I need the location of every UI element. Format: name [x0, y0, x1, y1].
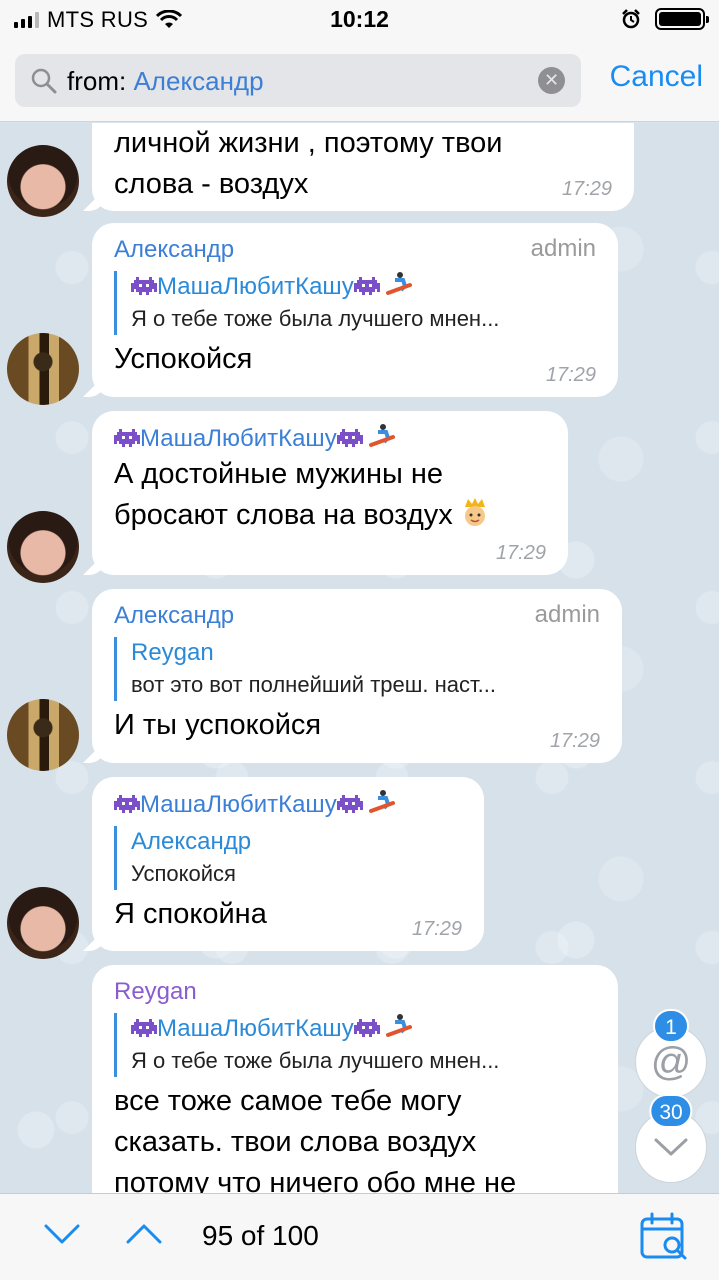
message-text-line: личной жизни , поэтому твои — [114, 127, 503, 159]
message-time: 17:29 — [545, 364, 596, 386]
reply-text: вот это вот полнейший треш. наст... — [131, 672, 496, 697]
calendar-search-icon[interactable] — [639, 1212, 689, 1262]
message-text-line: все тоже самое тебе могу — [114, 1085, 462, 1117]
avatar[interactable] — [7, 511, 79, 583]
reply-preview[interactable]: МашаЛюбитКашу Я о тебе тоже была лучшего… — [114, 1013, 596, 1077]
reply-text: Я о тебе тоже была лучшего мнен... — [131, 1048, 500, 1073]
reply-sender: МашаЛюбитКашу — [131, 1013, 596, 1045]
status-bar: MTS RUS 10:12 — [0, 0, 719, 40]
message-sender[interactable]: Reygan — [114, 977, 596, 1007]
message-bubble[interactable]: МашаЛюбитКашу А достойные мужины не брос… — [92, 411, 568, 575]
avatar[interactable] — [7, 145, 79, 217]
scroll-down-button[interactable]: 30 — [635, 1094, 707, 1183]
space-invader-icon — [131, 277, 157, 295]
space-invader-icon — [336, 795, 363, 813]
search-navigation-bar: 95 of 100 — [0, 1193, 719, 1280]
message-text-line: сказать. твои слова воздух — [114, 1126, 477, 1158]
message-sender[interactable]: МашаЛюбитКашу — [114, 789, 462, 820]
result-counter: 95 of 100 — [202, 1220, 319, 1251]
space-invader-icon — [353, 277, 380, 295]
cancel-button[interactable]: Cancel — [610, 60, 703, 94]
unread-badge: 30 — [649, 1094, 693, 1128]
snowboarder-icon — [386, 272, 413, 295]
snowboarder-icon — [369, 790, 396, 813]
crowned-face-icon — [464, 498, 485, 526]
message-text-line: потому что ничего обо мне не — [114, 1167, 517, 1193]
reply-sender: Reygan — [131, 639, 214, 666]
message-text: И ты успокойся — [114, 709, 322, 741]
message-time: 17:29 — [495, 542, 546, 564]
mentions-badge: 1 — [653, 1009, 689, 1043]
message-bubble[interactable]: МашаЛюбитКашу Александр Успокойся Я спок… — [92, 777, 484, 951]
chevron-down-icon — [654, 1138, 688, 1156]
mention-icon: @ — [650, 1040, 692, 1084]
message-bubble[interactable]: Александр admin Reygan вот это вот полне… — [92, 589, 622, 763]
reply-sender: МашаЛюбитКашу — [131, 271, 596, 303]
chevron-down-icon[interactable] — [44, 1222, 80, 1246]
space-invader-icon — [114, 795, 140, 813]
chevron-up-icon[interactable] — [126, 1222, 162, 1246]
message[interactable]: Reygan МашаЛюбитКашу Я о тебе тоже была … — [0, 965, 719, 1193]
space-invader-icon — [353, 1019, 380, 1037]
search-header: from: Александр ✕ Cancel — [0, 40, 719, 122]
snowboarder-icon — [369, 424, 396, 447]
avatar[interactable] — [7, 333, 79, 405]
status-time: 10:12 — [330, 6, 389, 32]
reply-sender: Александр — [131, 828, 252, 855]
mentions-button[interactable]: 1 @ — [635, 1009, 707, 1098]
search-prefix: from: — [67, 66, 127, 96]
avatar[interactable] — [7, 699, 79, 771]
message-time: 17:29 — [561, 178, 612, 200]
message[interactable]: МашаЛюбитКашу А достойные мужины не брос… — [0, 411, 719, 583]
reply-text: Я о тебе тоже была лучшего мнен... — [131, 306, 500, 331]
admin-badge: admin — [530, 235, 596, 262]
search-query[interactable]: from: Александр — [67, 66, 264, 97]
reply-preview[interactable]: Reygan вот это вот полнейший треш. наст.… — [114, 637, 600, 701]
reply-preview[interactable]: МашаЛюбитКашу Я о тебе тоже была лучшего… — [114, 271, 596, 335]
alarm-icon — [622, 9, 640, 29]
message-text: Успокойся — [114, 343, 253, 375]
space-invader-icon — [131, 1019, 157, 1037]
search-input[interactable]: from: Александр ✕ — [15, 54, 581, 107]
message-bubble[interactable]: Reygan МашаЛюбитКашу Я о тебе тоже была … — [92, 965, 618, 1193]
snowboarder-icon — [386, 1014, 413, 1037]
message[interactable]: МашаЛюбитКашу Александр Успокойся Я спок… — [0, 777, 719, 959]
message-text-line: бросают слова на воздух — [114, 495, 546, 536]
message[interactable]: личной жизни , поэтому твои слова - возд… — [0, 123, 719, 218]
message-time: 17:29 — [411, 918, 462, 940]
message[interactable]: Александр admin МашаЛюбитКашу Я о тебе т… — [0, 223, 719, 405]
message-text: Я спокойна — [114, 898, 267, 930]
message-sender[interactable]: Александр — [114, 235, 596, 265]
message-time: 17:29 — [549, 730, 600, 752]
message[interactable]: Александр admin Reygan вот это вот полне… — [0, 589, 719, 771]
message-text-line: А достойные мужины не — [114, 458, 444, 490]
message-bubble[interactable]: личной жизни , поэтому твои слова - возд… — [92, 123, 634, 211]
search-token: Александр — [133, 66, 264, 96]
admin-badge: admin — [534, 601, 600, 628]
message-bubble[interactable]: Александр admin МашаЛюбитКашу Я о тебе т… — [92, 223, 618, 397]
reply-preview[interactable]: Александр Успокойся — [114, 826, 462, 890]
space-invader-icon — [114, 429, 140, 447]
space-invader-icon — [336, 429, 363, 447]
message-sender[interactable]: Александр — [114, 601, 600, 631]
avatar[interactable] — [7, 887, 79, 959]
chat-area[interactable]: личной жизни , поэтому твои слова - возд… — [0, 123, 719, 1193]
reply-text: Успокойся — [131, 861, 236, 886]
message-sender[interactable]: МашаЛюбитКашу — [114, 423, 546, 454]
search-icon — [31, 68, 57, 94]
battery-icon — [655, 8, 709, 30]
clear-icon[interactable]: ✕ — [538, 67, 565, 94]
message-text-line: слова - воздух — [114, 168, 309, 200]
